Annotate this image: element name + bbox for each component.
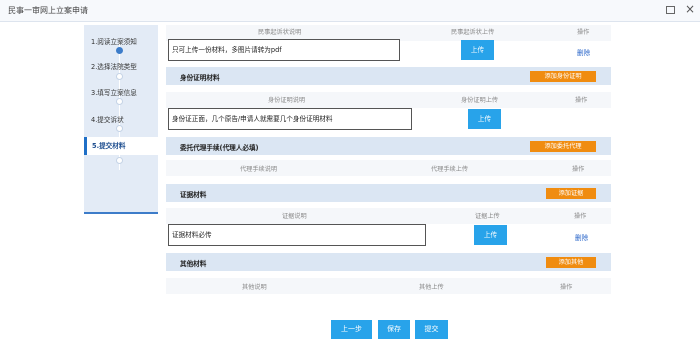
save-button[interactable]: 保存 (378, 320, 410, 339)
step-dot-icon (116, 98, 123, 105)
complaint-delete-link[interactable]: 删除 (577, 47, 590, 57)
identity-op-header: 操作 (575, 97, 588, 104)
evidence-section-header: 证据材料 添加证据 (166, 184, 611, 202)
add-identity-button[interactable]: 添加身份证明 (530, 71, 596, 82)
identity-desc-field[interactable]: 身份证正面，几个原告/申请人就需要几个身份证明材料 (168, 108, 412, 130)
submit-button[interactable]: 提交 (415, 320, 448, 339)
complaint-desc-header: 民事起诉状说明 (258, 29, 302, 36)
evidence-section-title: 证据材料 (180, 191, 207, 199)
agent-table-header: 代理手续说明 代理手续上传 操作 (166, 160, 611, 176)
evidence-upload-button[interactable]: 上传 (474, 225, 507, 245)
other-upload-header: 其他上传 (419, 284, 444, 291)
complaint-upload-header: 民事起诉状上传 (451, 29, 495, 36)
agent-op-header: 操作 (572, 166, 585, 173)
agent-section-title: 委托代理手续(代理人必填) (180, 144, 259, 152)
maximize-icon[interactable] (666, 6, 675, 14)
application-window: 民事一审网上立案申请 × 1.阅读立案须知 2.选择法院类型 3.填写立案信息 … (0, 0, 700, 339)
identity-section-title: 身份证明材料 (180, 74, 220, 82)
evidence-op-header: 操作 (574, 213, 587, 220)
evidence-table-header: 证据说明 证据上传 操作 (166, 208, 611, 224)
title-bar: 民事一审网上立案申请 × (0, 0, 700, 22)
evidence-upload-header: 证据上传 (475, 213, 500, 220)
complaint-op-header: 操作 (577, 29, 590, 36)
complaint-desc-field[interactable]: 只可上传一份材料，多图片请转为pdf (168, 39, 400, 61)
other-section-header: 其他材料 添加其他 (166, 253, 611, 271)
other-section-title: 其他材料 (180, 260, 207, 268)
identity-desc-header: 身份证明说明 (268, 97, 306, 104)
identity-upload-button[interactable]: 上传 (468, 109, 501, 129)
step-dot-icon (116, 125, 123, 132)
agent-section-header: 委托代理手续(代理人必填) 添加委托代理 (166, 137, 611, 155)
agent-desc-header: 代理手续说明 (240, 166, 278, 173)
step-dot-icon (116, 73, 123, 80)
window-title: 民事一审网上立案申请 (8, 6, 88, 15)
other-desc-header: 其他说明 (242, 284, 267, 291)
add-agent-button[interactable]: 添加委托代理 (530, 141, 596, 152)
evidence-desc-field[interactable]: 证据材料必传 (168, 224, 426, 246)
complaint-upload-button[interactable]: 上传 (461, 40, 494, 60)
evidence-desc-header: 证据说明 (282, 213, 307, 220)
other-table-header: 其他说明 其他上传 操作 (166, 278, 611, 294)
identity-section-header: 身份证明材料 添加身份证明 (166, 67, 611, 85)
close-icon[interactable]: × (685, 3, 695, 15)
agent-upload-header: 代理手续上传 (431, 166, 469, 173)
add-evidence-button[interactable]: 添加证据 (546, 188, 596, 199)
step-submit-materials[interactable]: 5.提交材料 (84, 137, 158, 155)
add-other-button[interactable]: 添加其他 (546, 257, 596, 268)
evidence-delete-link[interactable]: 删除 (575, 232, 588, 242)
step-dot-icon (116, 157, 123, 164)
previous-step-button[interactable]: 上一步 (331, 320, 372, 339)
identity-upload-header: 身份证明上传 (461, 97, 499, 104)
step-dot-icon (116, 47, 123, 54)
other-op-header: 操作 (560, 284, 573, 291)
identity-table-header: 身份证明说明 身份证明上传 操作 (166, 92, 611, 108)
